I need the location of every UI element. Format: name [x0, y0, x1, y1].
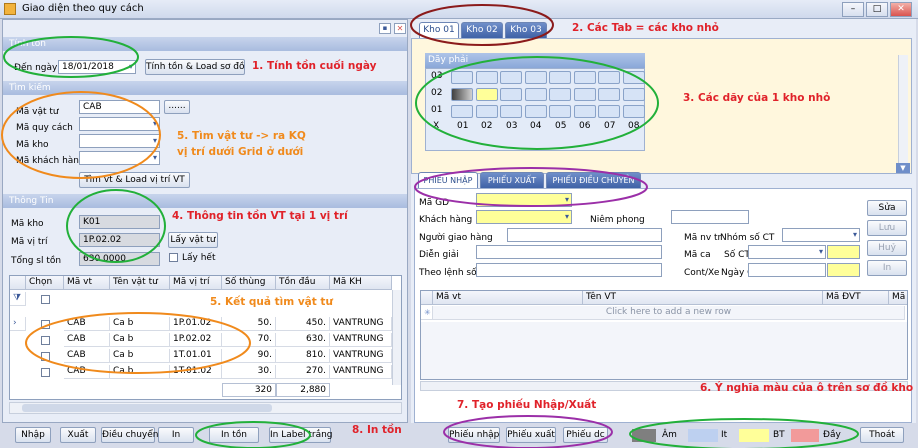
annotation-6: 6. Ý nghĩa màu của ô trên sơ đồ kho	[700, 382, 914, 394]
annotation-5c: 5. Kết quả tìm vật tư	[210, 296, 333, 308]
annotation-4: 4. Thông tin tồn VT tại 1 vị trí	[172, 210, 348, 222]
green-ellipse-thong-tin	[66, 189, 166, 263]
green-ellipse-day-phai	[415, 56, 659, 150]
green-ellipse-in-ton	[195, 421, 311, 448]
annotation-5b: vị trí dưới Grid ở dưới	[177, 146, 304, 158]
green-ellipse-legend	[629, 418, 859, 448]
annotation-7: 7. Tạo phiếu Nhập/Xuất	[457, 399, 597, 411]
annotation-5a: 5. Tìm vật tư -> ra KQ	[177, 130, 306, 142]
annotation-8: 8. In tồn	[352, 424, 402, 436]
annotation-overlay	[1, 4, 859, 448]
purple-ellipse-phieu-tabs	[414, 167, 648, 207]
red-ellipse-tabs	[410, 4, 554, 46]
orange-ellipse-tim-kiem	[1, 91, 161, 179]
purple-ellipse-tao-phieu	[443, 415, 613, 448]
annotation-3: 3. Các dãy của 1 kho nhỏ	[683, 92, 831, 104]
green-ellipse-tinh-ton	[3, 36, 139, 78]
orange-ellipse-ket-qua	[25, 312, 251, 374]
annotation-2: 2. Các Tab = các kho nhỏ	[572, 22, 719, 34]
annotation-1: 1. Tính tồn cuối ngày	[252, 60, 377, 72]
